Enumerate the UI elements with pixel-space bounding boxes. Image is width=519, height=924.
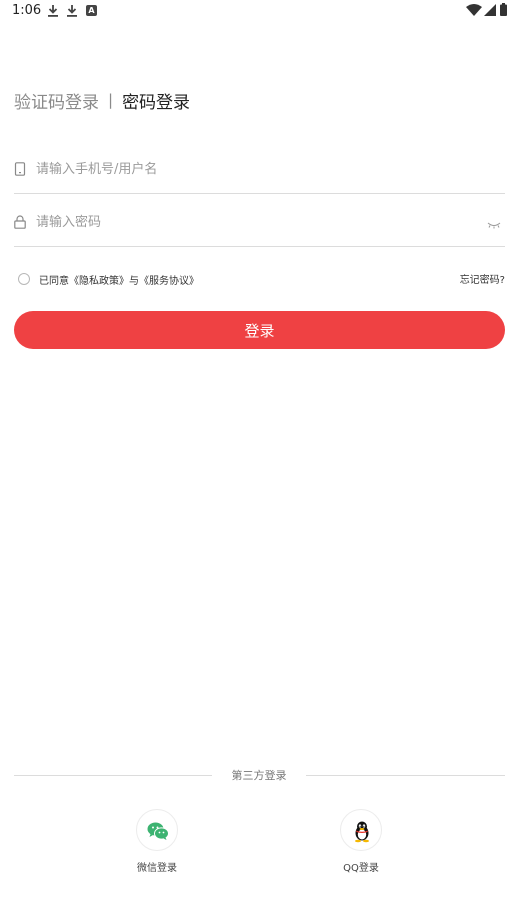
status-time: 1:06 [12,3,42,18]
tab-sms-login[interactable]: 验证码登录 [14,88,99,113]
username-field [14,142,505,194]
download-icon [48,5,58,17]
qq-penguin-icon [355,821,369,843]
agreement-text[interactable]: 已同意《隐私政策》与《服务协议》 [39,272,199,287]
wechat-icon-circle[interactable] [136,809,178,851]
password-field [14,195,505,247]
agreement-checkbox[interactable] [18,273,30,285]
username-input[interactable] [36,158,476,180]
qq-login-label: QQ登录 [343,863,379,874]
phone-icon [14,162,26,176]
notification-a-icon: A [86,5,97,16]
wechat-icon [147,822,169,840]
divider-line [14,775,212,776]
divider-line [306,775,505,776]
qq-icon-circle[interactable] [340,809,382,851]
tab-divider: | [108,91,114,109]
battery-icon [500,3,507,16]
forgot-password-link[interactable]: 忘记密码? [460,271,505,286]
status-bar: 1:06 A [0,0,519,24]
qq-login-button[interactable]: QQ登录 [321,809,401,874]
wifi-icon [466,4,482,16]
lock-icon [14,215,26,229]
download-icon [67,5,77,17]
wechat-login-button[interactable]: 微信登录 [117,809,197,874]
login-button[interactable]: 登录 [14,311,505,349]
eye-closed-icon[interactable] [487,221,501,229]
tab-password-login[interactable]: 密码登录 [122,88,190,113]
agreement-row: 已同意《隐私政策》与《服务协议》 忘记密码? [18,270,505,288]
login-mode-tabs: 验证码登录 | 密码登录 [14,88,190,113]
signal-icon [484,4,496,16]
password-input[interactable] [36,211,476,233]
wechat-login-label: 微信登录 [137,863,177,874]
third-party-title: 第三方登录 [231,769,287,782]
